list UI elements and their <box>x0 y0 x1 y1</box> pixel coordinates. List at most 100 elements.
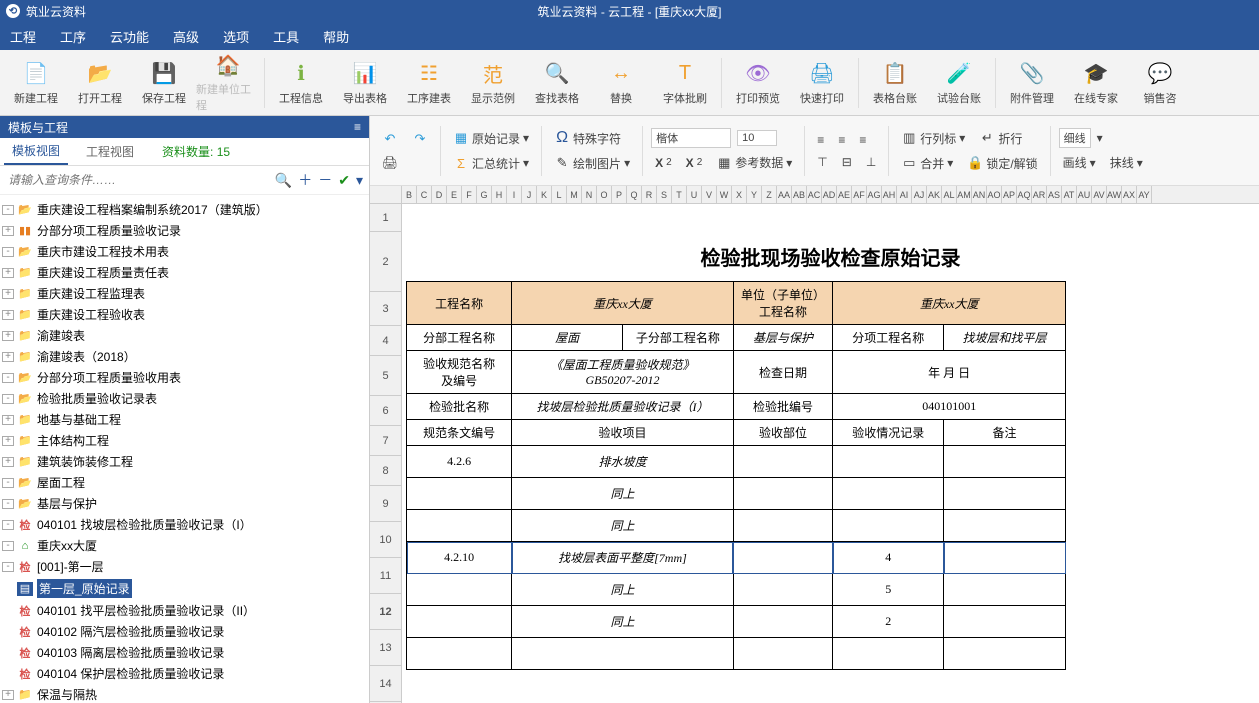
tree-node[interactable]: -📂分部分项工程质量验收用表 <box>2 367 367 388</box>
menu-help[interactable]: 帮助 <box>323 27 349 46</box>
tree-node[interactable]: -⌂重庆xx大厦 <box>2 535 367 556</box>
subscript-button[interactable]: X2 <box>682 154 707 172</box>
tool-新建工程[interactable]: 📄新建工程 <box>4 53 68 113</box>
tool-试验台账[interactable]: 🧪试验台账 <box>927 53 991 113</box>
tree-view[interactable]: -📂重庆建设工程档案编制系统2017（建筑版）+▮▮分部分项工程质量验收记录-📂… <box>0 195 369 703</box>
tree-node[interactable]: -📂重庆市建设工程技术用表 <box>2 241 367 262</box>
tab-project-view[interactable]: 工程视图 <box>78 139 142 164</box>
valign-top-button[interactable]: ⊤ <box>813 153 831 171</box>
tool-显示范例[interactable]: 范显示范例 <box>461 53 525 113</box>
tool-工序建表[interactable]: ☷工序建表 <box>397 53 461 113</box>
tree-node[interactable]: +📁渝建竣表 <box>2 325 367 346</box>
tool-查找表格[interactable]: 🔍查找表格 <box>525 53 589 113</box>
table-row[interactable]: 同上5 <box>407 574 1066 606</box>
tree-node[interactable]: -📂屋面工程 <box>2 472 367 493</box>
draw-image-button[interactable]: ✎绘制图片 ▾ <box>550 153 634 174</box>
left-panel-menu-icon[interactable]: ≡ <box>354 120 361 134</box>
align-left-button[interactable]: ≡ <box>813 131 828 149</box>
val-unit-name[interactable]: 重庆xx大厦 <box>833 282 1066 325</box>
tree-node[interactable]: 检040104 保护层检验批质量验收记录 <box>2 663 367 684</box>
tree-node[interactable]: -📂基层与保护 <box>2 493 367 514</box>
menu-tools[interactable]: 工具 <box>273 27 299 46</box>
eraseline-button[interactable]: 抹线▾ <box>1106 152 1147 173</box>
rowcol-button[interactable]: ▥行列标 ▾ <box>897 128 969 149</box>
tree-node[interactable]: 检040102 隔汽层检验批质量验收记录 <box>2 621 367 642</box>
merge-button[interactable]: ▭合并 ▾ <box>897 153 957 174</box>
tree-node[interactable]: -📂检验批质量验收记录表 <box>2 388 367 409</box>
tree-node[interactable]: 检040103 隔离层检验批质量验收记录 <box>2 642 367 663</box>
size-select[interactable]: 10 <box>737 130 777 146</box>
add-icon[interactable]: ＋ <box>298 170 312 190</box>
val-spec[interactable]: 《屋面工程质量验收规范》 GB50207-2012 <box>512 351 734 394</box>
wrap-button[interactable]: ↵折行 <box>975 128 1026 149</box>
tool-工程信息[interactable]: ℹ工程信息 <box>269 53 333 113</box>
val-item[interactable]: 找坡层和找平层 <box>944 325 1066 351</box>
refdata-button[interactable]: ▦参考数据 ▾ <box>712 152 796 173</box>
table-row[interactable]: 4.2.10找坡层表面平整度[7mm]4 <box>407 542 1066 574</box>
table-row[interactable] <box>407 638 1066 670</box>
tool-附件管理[interactable]: 📎附件管理 <box>1000 53 1064 113</box>
lock-button[interactable]: 🔒锁定/解锁 <box>963 153 1041 174</box>
table-row[interactable]: 4.2.6排水坡度 <box>407 446 1066 478</box>
tool-保存工程[interactable]: 💾保存工程 <box>132 53 196 113</box>
tree-node[interactable]: +📁主体结构工程 <box>2 430 367 451</box>
tree-node[interactable]: -检040101 找坡层检验批质量验收记录（I） <box>2 514 367 535</box>
tree-node[interactable]: +📁保温与隔热 <box>2 684 367 703</box>
val-project-name[interactable]: 重庆xx大厦 <box>512 282 734 325</box>
special-char-button[interactable]: Ω特殊字符 <box>550 128 625 149</box>
val-date[interactable]: 年 月 日 <box>833 351 1066 394</box>
drawline-button[interactable]: 画线▾ <box>1059 152 1100 173</box>
search-input[interactable] <box>6 171 269 189</box>
sheet-content[interactable]: 检验批现场验收检查原始记录 工程名称 重庆xx大厦 单位（子单位） 工程名称 重… <box>402 204 1259 703</box>
table-row[interactable]: 同上2 <box>407 606 1066 638</box>
tree-node[interactable]: +📁重庆建设工程质量责任表 <box>2 262 367 283</box>
tool-导出表格[interactable]: 📊导出表格 <box>333 53 397 113</box>
tool-替换[interactable]: ↔替换 <box>589 53 653 113</box>
print-button[interactable]: 🖨 <box>378 153 402 173</box>
tool-表格台账[interactable]: 📋表格台账 <box>863 53 927 113</box>
remove-icon[interactable]: － <box>318 170 332 190</box>
tool-新建单位工程[interactable]: 🏠新建单位工程 <box>196 53 260 113</box>
table-row[interactable]: 同上 <box>407 510 1066 542</box>
tree-node[interactable]: +📁建筑装饰装修工程 <box>2 451 367 472</box>
table-row[interactable]: 同上 <box>407 478 1066 510</box>
tree-node[interactable]: ▤第一层_原始记录 <box>2 577 367 600</box>
align-center-button[interactable]: ≡ <box>834 131 849 149</box>
menu-project[interactable]: 工程 <box>10 27 36 46</box>
tool-字体批刷[interactable]: T字体批刷 <box>653 53 717 113</box>
tree-node[interactable]: +▮▮分部分项工程质量验收记录 <box>2 220 367 241</box>
val-batchno[interactable]: 040101001 <box>833 394 1066 420</box>
align-right-button[interactable]: ≡ <box>855 131 870 149</box>
valign-mid-button[interactable]: ⊟ <box>838 153 856 171</box>
tool-在线专家[interactable]: 🎓在线专家 <box>1064 53 1128 113</box>
tool-销售咨[interactable]: 💬销售咨 <box>1128 53 1192 113</box>
tab-template-view[interactable]: 模板视图 <box>4 138 68 165</box>
val-batch[interactable]: 找坡层检验批质量验收记录（I） <box>512 394 734 420</box>
tree-node[interactable]: -📂重庆建设工程档案编制系统2017（建筑版） <box>2 199 367 220</box>
menu-advanced[interactable]: 高级 <box>173 27 199 46</box>
superscript-button[interactable]: X2 <box>651 154 676 172</box>
form-table[interactable]: 工程名称 重庆xx大厦 单位（子单位） 工程名称 重庆xx大厦 分部工程名称 屋… <box>406 281 1066 670</box>
sheet[interactable]: BCDEFGHIJKLMNOPQRSTUVWXYZAAABACADAEAFAGA… <box>370 186 1259 703</box>
undo-button[interactable]: ↶ <box>378 129 402 149</box>
linewidth-select[interactable]: 细线 <box>1059 128 1091 148</box>
val-division[interactable]: 屋面 <box>512 325 623 351</box>
dropdown-icon[interactable]: ▾ <box>356 172 363 189</box>
tree-node[interactable]: +📁地基与基础工程 <box>2 409 367 430</box>
tool-打开工程[interactable]: 📂打开工程 <box>68 53 132 113</box>
tool-快速打印[interactable]: 🖨快速打印 <box>790 53 854 113</box>
stats-button[interactable]: Σ汇总统计 ▾ <box>449 153 533 174</box>
menu-cloud[interactable]: 云功能 <box>110 27 149 46</box>
menu-process[interactable]: 工序 <box>60 27 86 46</box>
orig-record-button[interactable]: ▦原始记录 ▾ <box>449 128 533 149</box>
tool-打印预览[interactable]: 👁打印预览 <box>726 53 790 113</box>
valign-bot-button[interactable]: ⊥ <box>862 153 880 171</box>
search-icon[interactable]: 🔍 <box>275 172 292 189</box>
tree-node[interactable]: -检[001]-第一层 <box>2 556 367 577</box>
tree-node[interactable]: +📁重庆建设工程验收表 <box>2 304 367 325</box>
font-select[interactable]: 楷体 <box>651 128 731 148</box>
val-subdivision[interactable]: 基层与保护 <box>733 325 833 351</box>
redo-button[interactable]: ↷ <box>408 129 432 149</box>
tree-node[interactable]: +📁重庆建设工程监理表 <box>2 283 367 304</box>
menu-options[interactable]: 选项 <box>223 27 249 46</box>
